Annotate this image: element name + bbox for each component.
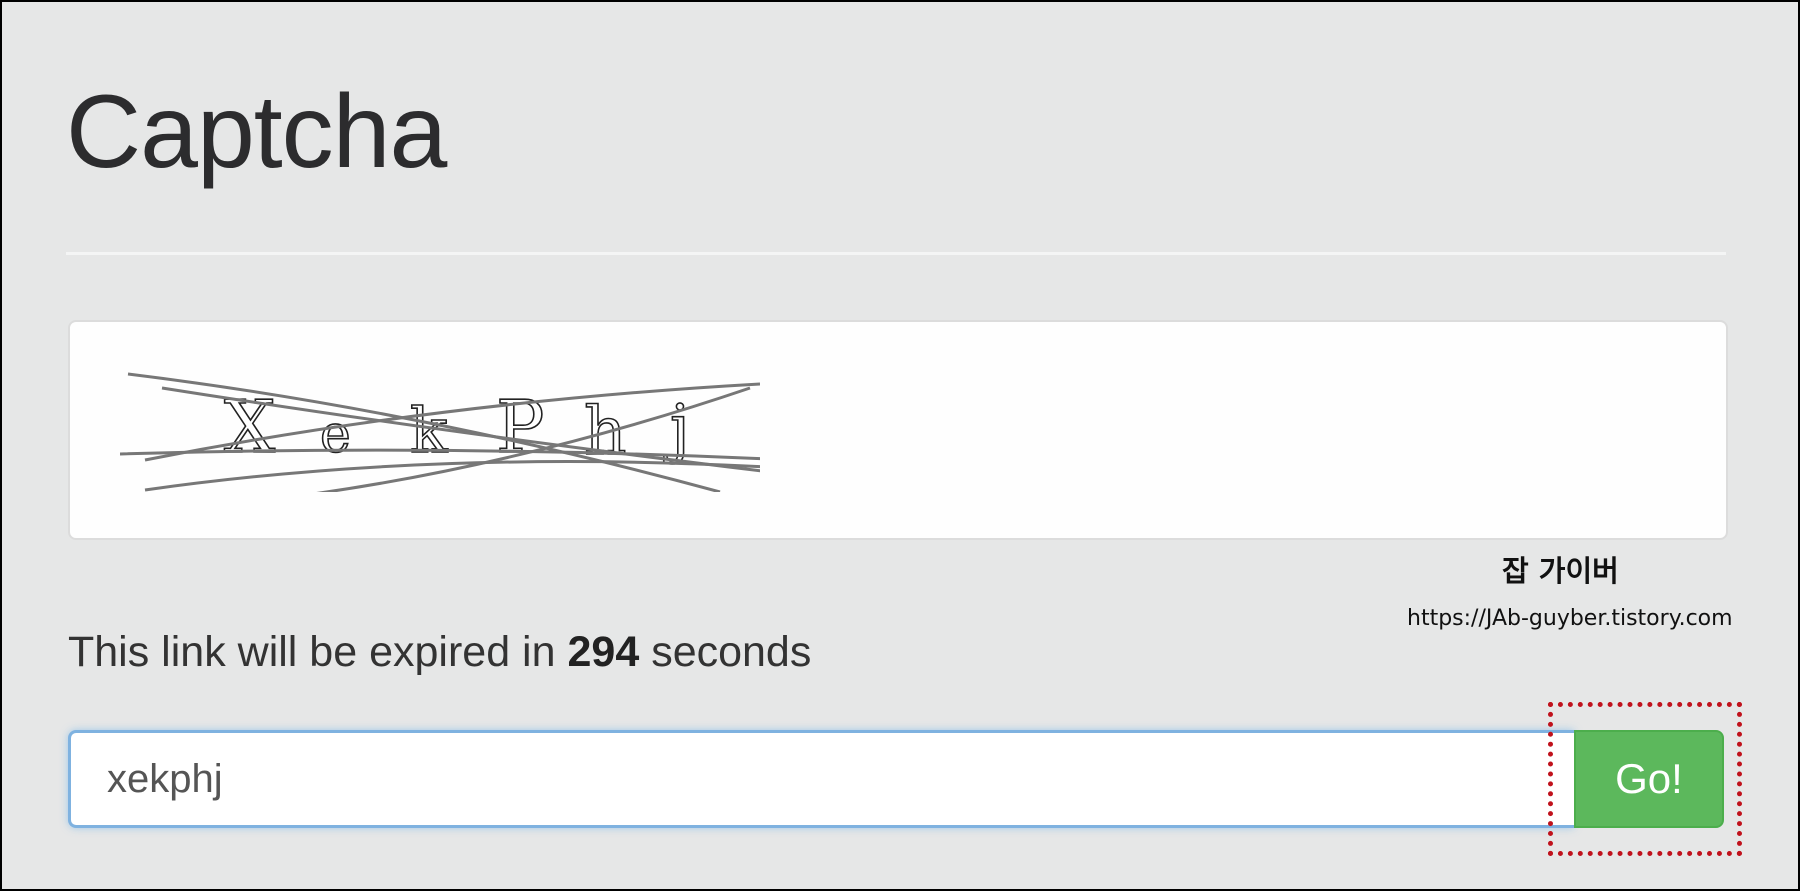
expiry-message: This link will be expired in 294 seconds <box>68 628 811 677</box>
captcha-answer-input[interactable] <box>68 730 1574 828</box>
expiry-seconds: 294 <box>567 628 640 676</box>
page-title: Captcha <box>66 74 447 190</box>
captcha-char: P <box>496 385 544 469</box>
watermark-title: 잡 가이버 <box>1502 554 1619 588</box>
captcha-panel: X e k P h j <box>68 320 1728 540</box>
expiry-prefix: This link will be expired in <box>68 628 556 676</box>
page-container: Captcha X e k P h j 잡 가이버 https://JAb-gu… <box>2 2 1798 889</box>
go-button[interactable]: Go! <box>1574 730 1724 828</box>
captcha-image: X e k P h j <box>120 372 760 492</box>
expiry-suffix: seconds <box>651 628 812 676</box>
title-divider <box>66 252 1726 255</box>
watermark-url: https://JAb-guyber.tistory.com <box>1407 606 1733 631</box>
